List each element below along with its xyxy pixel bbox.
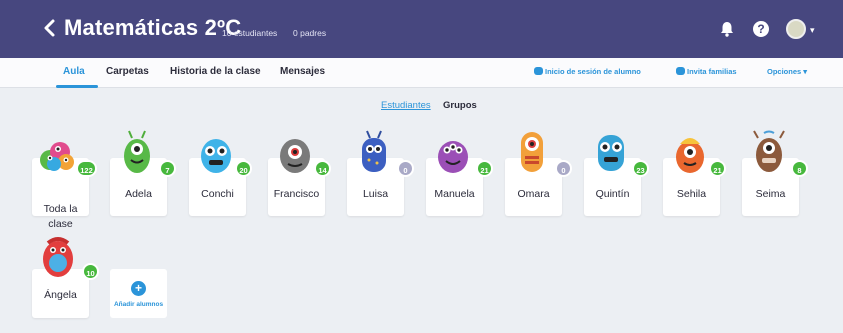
student-name: Luisa — [362, 188, 389, 200]
invite-families-label: Invita familias — [687, 67, 737, 76]
tab-aula[interactable]: Aula — [63, 66, 85, 77]
student-card-luisa[interactable]: 0 Luisa — [347, 130, 414, 216]
student-card-quintin[interactable]: 23 Quintín — [584, 135, 649, 216]
points-badge: 0 — [555, 160, 572, 177]
points-badge: 21 — [709, 160, 726, 177]
student-card-angela[interactable]: 10 Ángela — [32, 237, 99, 318]
student-card-omara[interactable]: 0 Omara — [505, 132, 572, 216]
student-card-francisco[interactable]: 14 Francisco — [268, 139, 331, 216]
blue-monster-avatar — [201, 139, 231, 173]
student-card-conchi[interactable]: 20 Conchi — [189, 139, 252, 216]
student-card-adela[interactable]: 7 Adela — [110, 130, 176, 216]
help-icon[interactable]: ? — [752, 20, 770, 38]
avatar[interactable] — [786, 19, 806, 39]
tab-carpetas[interactable]: Carpetas — [106, 66, 149, 77]
points-badge: 14 — [314, 160, 331, 177]
red-monster-avatar — [676, 138, 704, 173]
toggle-students[interactable]: Estudiantes — [381, 100, 431, 111]
student-name: Conchi — [201, 188, 234, 200]
add-students-button[interactable]: + Añadir alumnos — [110, 269, 167, 318]
orange-monster-avatar — [521, 132, 543, 172]
whole-class-card[interactable]: 122 Toda la clase — [32, 142, 97, 230]
points-badge: 23 — [632, 160, 649, 177]
points-badge: 0 — [397, 160, 414, 177]
invite-families-link[interactable]: Invita familias — [676, 67, 737, 76]
tab-historia-de-la-clase[interactable]: Historia de la clase — [170, 66, 261, 77]
chevron-down-icon[interactable]: ▾ — [810, 25, 815, 36]
class-monsters-icon — [40, 142, 74, 171]
add-students-label: Añadir alumnos — [113, 301, 164, 308]
student-card-sehila[interactable]: 21 Sehila — [663, 138, 726, 216]
svg-text:?: ? — [757, 22, 764, 36]
options-menu[interactable]: Opciones ▾ — [767, 67, 807, 76]
navy-monster-avatar — [362, 130, 386, 172]
cyan-monster-avatar — [598, 135, 624, 171]
plus-icon: + — [131, 281, 146, 296]
points-badge: 21 — [476, 160, 493, 177]
points-badge: 122 — [76, 160, 97, 177]
chevron-left-icon[interactable] — [42, 18, 58, 38]
student-name: Ángela — [44, 289, 77, 301]
top-bar: Matemáticas 2ºC 10 estudiantes 0 padres … — [0, 0, 843, 58]
brown-monster-avatar — [753, 130, 785, 172]
points-badge: 20 — [235, 160, 252, 177]
active-tab-indicator — [56, 85, 98, 88]
student-name: Adela — [125, 188, 152, 200]
student-card-seima[interactable]: 8 Seima — [742, 130, 808, 216]
student-login-label: Inicio de sesión de alumno — [545, 67, 641, 76]
student-name: Sehila — [676, 188, 707, 200]
points-badge: 7 — [159, 160, 176, 177]
bell-icon[interactable] — [718, 20, 736, 38]
student-login-link[interactable]: Inicio de sesión de alumno — [534, 67, 641, 76]
red-monster-avatar — [43, 237, 73, 277]
tab-bar: Aula Carpetas Historia de la clase Mensa… — [0, 58, 843, 88]
students-count: 10 estudiantes — [222, 28, 278, 38]
parents-count: 0 padres — [293, 28, 327, 38]
green-monster-avatar — [124, 130, 150, 173]
student-name: Omara — [517, 188, 550, 200]
toggle-groups[interactable]: Grupos — [443, 100, 477, 111]
points-badge: 8 — [791, 160, 808, 177]
points-badge: 10 — [82, 263, 99, 280]
class-title: Matemáticas 2ºC — [64, 15, 242, 40]
cloud-icon — [534, 67, 543, 75]
student-card-manuela[interactable]: 21 Manuela — [426, 141, 493, 216]
student-name: Manuela — [434, 188, 475, 200]
student-name: Quintín — [595, 188, 630, 200]
chevron-down-icon: ▾ — [803, 67, 808, 76]
family-icon — [676, 67, 685, 75]
student-name: Seima — [755, 188, 786, 200]
purple-monster-avatar — [438, 141, 468, 173]
tab-mensajes[interactable]: Mensajes — [280, 66, 325, 77]
options-label: Opciones — [767, 67, 802, 76]
student-name: Francisco — [273, 188, 320, 200]
student-name: Toda la clase — [43, 203, 78, 230]
grey-monster-avatar — [280, 139, 310, 173]
